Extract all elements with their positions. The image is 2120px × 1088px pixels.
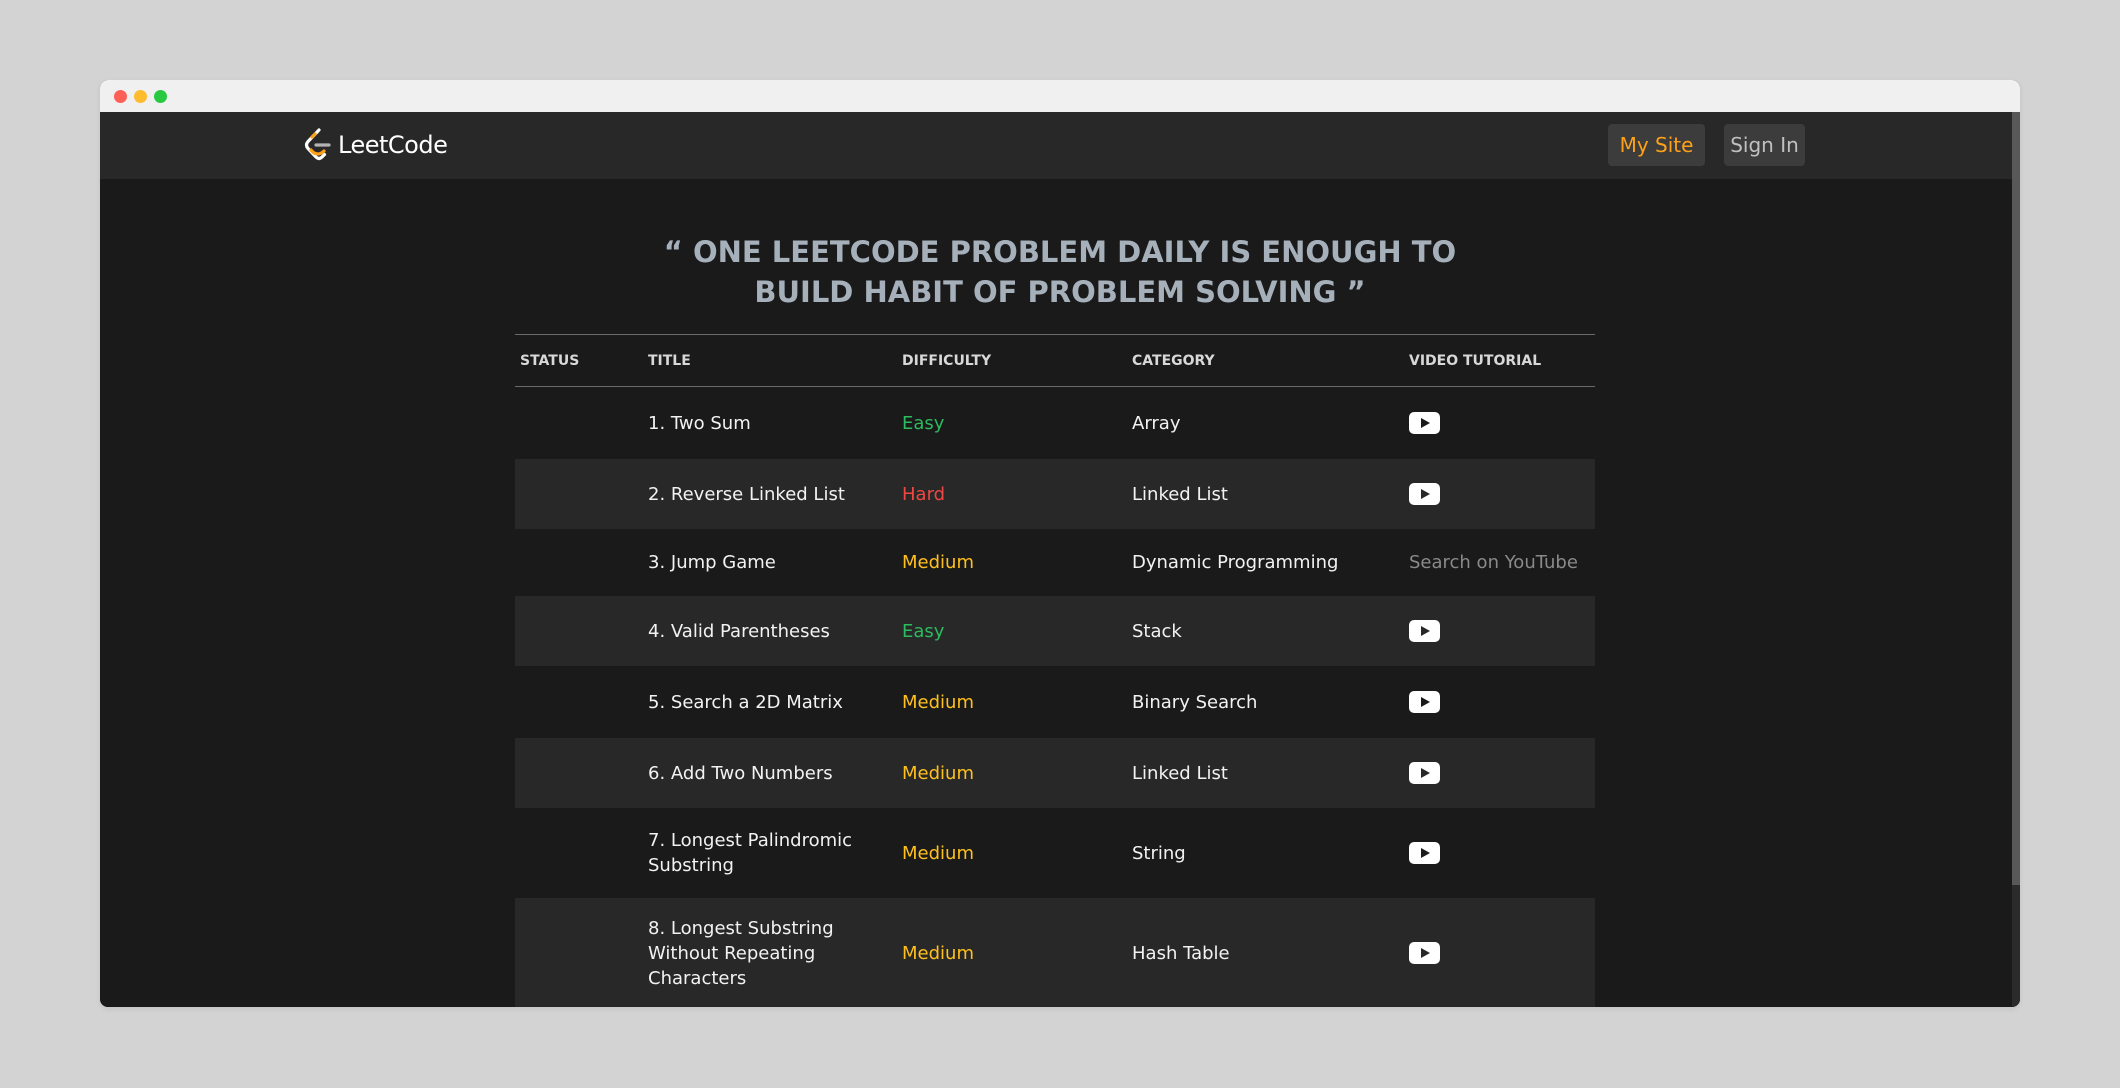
category-label: Linked List: [1132, 483, 1228, 505]
sign-in-button[interactable]: Sign In: [1724, 124, 1805, 166]
difficulty-label: Medium: [902, 942, 974, 964]
video-cell: [1404, 620, 1595, 642]
video-cell: [1404, 762, 1595, 784]
table-row: 4. Valid Parentheses Easy Stack: [515, 596, 1595, 666]
my-site-button[interactable]: My Site: [1608, 124, 1705, 166]
table-row: 5. Search a 2D Matrix Medium Binary Sear…: [515, 666, 1595, 738]
page-quote: “ ONE LEETCODE PROBLEM DAILY IS ENOUGH T…: [100, 232, 2020, 312]
video-cell: [1404, 942, 1595, 964]
difficulty-label: Medium: [902, 842, 974, 864]
category-label: Dynamic Programming: [1132, 552, 1339, 573]
header-difficulty: DIFFICULTY: [902, 352, 992, 369]
maximize-window-button[interactable]: [154, 90, 167, 103]
video-cell: [1404, 691, 1595, 713]
difficulty-label: Medium: [902, 762, 974, 784]
category-label: Hash Table: [1132, 942, 1230, 964]
problem-title-link[interactable]: 3. Jump Game: [643, 550, 897, 575]
youtube-icon[interactable]: [1409, 842, 1440, 864]
table-header: STATUS TITLE DIFFICULTY CATEGORY VIDEO T…: [515, 335, 1595, 387]
problem-title-link[interactable]: 7. Longest Palindromic Substring: [643, 828, 897, 878]
leetcode-logo[interactable]: LeetCode: [302, 127, 448, 163]
problems-table: STATUS TITLE DIFFICULTY CATEGORY VIDEO T…: [515, 334, 1595, 1007]
problem-title-link[interactable]: 6. Add Two Numbers: [643, 761, 897, 786]
scrollbar-thumb[interactable]: [2012, 112, 2020, 885]
category-label: Array: [1132, 412, 1181, 434]
table-row: 2. Reverse Linked List Hard Linked List: [515, 459, 1595, 529]
quote-line-1: “ ONE LEETCODE PROBLEM DAILY IS ENOUGH T…: [663, 235, 1457, 269]
youtube-icon[interactable]: [1409, 412, 1440, 434]
difficulty-label: Medium: [902, 552, 974, 573]
table-row: 7. Longest Palindromic Substring Medium …: [515, 808, 1595, 898]
quote-line-2: BUILD HABIT OF PROBLEM SOLVING ”: [754, 275, 1366, 309]
difficulty-label: Hard: [902, 483, 946, 505]
header-status: STATUS: [520, 352, 580, 369]
video-cell: [1404, 483, 1595, 505]
header-title: TITLE: [648, 352, 691, 369]
difficulty-label: Medium: [902, 691, 974, 713]
video-cell: [1404, 842, 1595, 864]
youtube-icon[interactable]: [1409, 762, 1440, 784]
leetcode-logo-icon: [304, 128, 331, 161]
problem-title-link[interactable]: 1. Two Sum: [643, 411, 897, 436]
youtube-icon[interactable]: [1409, 691, 1440, 713]
minimize-window-button[interactable]: [134, 90, 147, 103]
close-window-button[interactable]: [114, 90, 127, 103]
header-category: CATEGORY: [1132, 352, 1215, 369]
category-label: String: [1132, 842, 1186, 864]
difficulty-label: Easy: [902, 620, 945, 642]
logo-text: LeetCode: [338, 131, 448, 159]
problem-title-link[interactable]: 4. Valid Parentheses: [643, 619, 897, 644]
table-row: 3. Jump Game Medium Dynamic Programming …: [515, 529, 1595, 596]
search-on-youtube-link[interactable]: Search on YouTube: [1404, 550, 1595, 575]
youtube-icon[interactable]: [1409, 942, 1440, 964]
table-row: 8. Longest Substring Without Repeating C…: [515, 898, 1595, 1007]
problem-title-link[interactable]: 2. Reverse Linked List: [643, 482, 897, 507]
problem-title-link[interactable]: 8. Longest Substring Without Repeating C…: [643, 916, 897, 991]
problem-title-link[interactable]: 5. Search a 2D Matrix: [643, 690, 897, 715]
category-label: Linked List: [1132, 762, 1228, 784]
category-label: Binary Search: [1132, 691, 1258, 713]
difficulty-label: Easy: [902, 412, 945, 434]
youtube-icon[interactable]: [1409, 483, 1440, 505]
category-label: Stack: [1132, 620, 1182, 642]
youtube-icon[interactable]: [1409, 620, 1440, 642]
table-row: 1. Two Sum Easy Array: [515, 387, 1595, 459]
navbar: LeetCode My Site Sign In: [100, 112, 2020, 179]
table-row: 6. Add Two Numbers Medium Linked List: [515, 738, 1595, 808]
header-video-tutorial: VIDEO TUTORIAL: [1409, 352, 1542, 369]
browser-window: LeetCode My Site Sign In “ ONE LEETCODE …: [100, 80, 2020, 1007]
video-cell: [1404, 412, 1595, 434]
page-viewport: LeetCode My Site Sign In “ ONE LEETCODE …: [100, 112, 2020, 1007]
window-titlebar: [100, 80, 2020, 112]
